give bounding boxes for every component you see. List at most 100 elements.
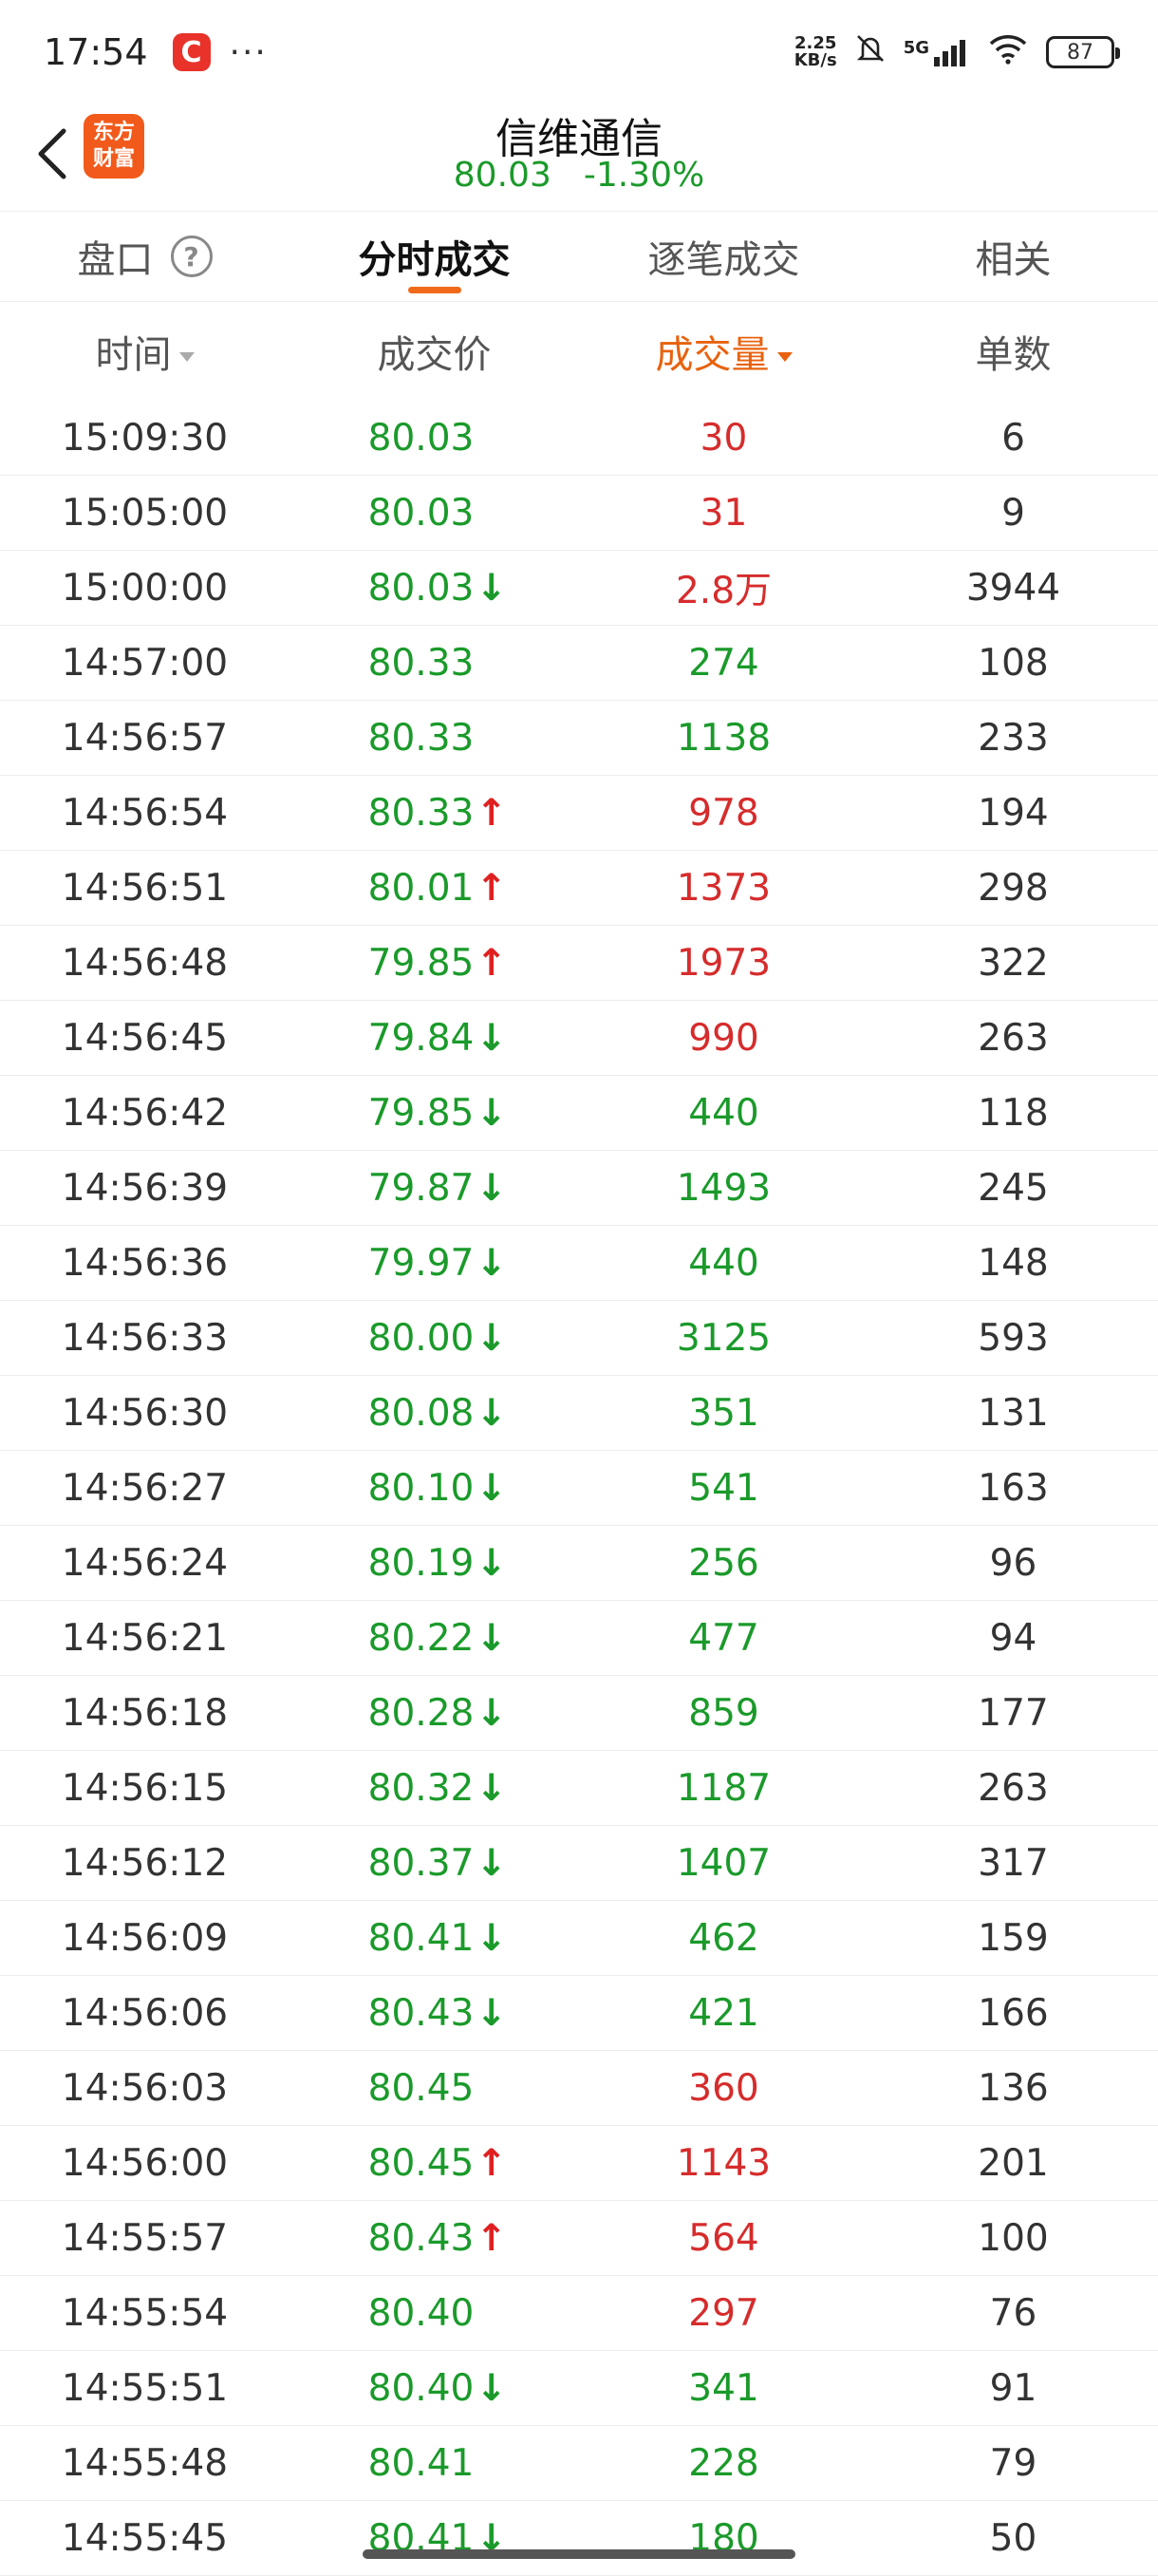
trade-list[interactable]: 15:09:3080.03↓30615:05:0080.03↓31915:00:…: [0, 401, 1158, 2576]
arrow-down-icon: ↓: [476, 1316, 508, 1360]
column-label: 成交量: [655, 333, 770, 377]
table-row: 14:56:54 80.33↑ 978 194: [0, 776, 1158, 851]
trade-price-cell: 80.45↑: [290, 2142, 579, 2185]
trade-price-cell: 80.33↑: [290, 792, 579, 835]
tab-minute-trades[interactable]: 分时成交: [290, 212, 579, 301]
trade-volume: 421: [688, 1991, 759, 2035]
trade-count: 166: [978, 1991, 1049, 2035]
trade-price: 80.33: [367, 716, 475, 760]
trade-volume: 274: [688, 641, 759, 685]
network-speed-unit: KB/s: [794, 50, 837, 70]
trade-volume: 2.8万: [675, 570, 773, 612]
column-label: 成交价: [377, 333, 492, 377]
arrow-down-icon: ↓: [476, 1691, 508, 1735]
trade-time: 14:56:36: [61, 1241, 229, 1285]
trade-price: 79.87: [367, 1166, 475, 1210]
arrow-up-icon: ↑: [476, 2141, 508, 2185]
stock-change-pct: -1.30%: [583, 156, 705, 195]
trade-price-cell: 80.28↓: [290, 1692, 579, 1735]
stock-price: 80.03: [453, 156, 551, 195]
cellular-signal-icon: 5G: [904, 38, 970, 66]
trade-time: 15:09:30: [61, 416, 229, 460]
home-indicator[interactable]: [363, 2549, 795, 2559]
trade-price: 80.08: [367, 1391, 475, 1435]
trade-time: 14:56:27: [61, 1466, 229, 1510]
status-bar: 17:54 C ··· 2.25 KB/s 5G 87: [0, 0, 1158, 104]
trade-price-cell: 80.10↓: [290, 1467, 579, 1510]
trade-volume: 1143: [676, 2141, 772, 2185]
column-label: 时间: [95, 333, 172, 377]
trade-volume: 3125: [676, 1316, 772, 1360]
trade-time: 14:56:48: [61, 941, 229, 985]
arrow-up-icon: ↑: [476, 791, 508, 835]
trade-price-cell: 80.22↓: [290, 1617, 579, 1660]
trade-count: 233: [978, 716, 1049, 760]
trade-volume: 541: [688, 1466, 759, 1510]
mute-bell-icon: [854, 32, 887, 73]
trade-time: 14:56:06: [61, 1991, 229, 2035]
table-row: 14:56:30 80.08↓ 351 131: [0, 1376, 1158, 1451]
column-header-price: 成交价: [290, 324, 579, 379]
trade-price: 80.37: [367, 1841, 475, 1885]
column-header-time[interactable]: 时间: [0, 324, 290, 379]
arrow-down-icon: ↓: [476, 2366, 508, 2410]
help-icon[interactable]: ?: [170, 235, 213, 277]
trade-count: 148: [978, 1241, 1049, 1285]
trade-count: 194: [978, 791, 1049, 835]
arrow-up-icon: ↑: [476, 941, 508, 985]
trade-price: 80.03: [367, 491, 475, 535]
trade-count: 118: [978, 1091, 1049, 1135]
trade-time: 14:56:09: [61, 1916, 229, 1960]
table-row: 14:56:21 80.22↓ 477 94: [0, 1601, 1158, 1676]
trade-time: 14:55:48: [61, 2441, 229, 2485]
trade-count: 100: [978, 2216, 1049, 2260]
trade-count: 3944: [965, 566, 1061, 610]
arrow-down-icon: ↓: [476, 1091, 508, 1135]
trade-price-cell: 80.40↓: [290, 2367, 579, 2410]
arrow-down-icon: ↓: [476, 1541, 508, 1585]
table-row: 14:56:51 80.01↑ 1373 298: [0, 851, 1158, 926]
trade-count: 263: [978, 1016, 1049, 1060]
trade-time: 14:55:54: [61, 2291, 229, 2335]
table-row: 14:56:00 80.45↑ 1143 201: [0, 2126, 1158, 2201]
trade-volume: 1138: [676, 716, 772, 760]
table-row: 15:09:30 80.03↓ 30 6: [0, 401, 1158, 476]
trade-volume: 462: [688, 1916, 759, 1960]
trade-price-cell: 80.03↓: [290, 567, 579, 610]
trade-price-cell: 80.43↑: [290, 2217, 579, 2260]
trade-price-cell: 80.37↓: [290, 1842, 579, 1885]
trade-price: 80.41: [367, 1916, 475, 1960]
arrow-down-icon: ↓: [476, 1241, 508, 1285]
trade-time: 14:56:30: [61, 1391, 229, 1435]
trade-price-cell: 80.08↓: [290, 1392, 579, 1435]
trade-price: 80.03: [367, 566, 475, 610]
table-row: 14:56:15 80.32↓ 1187 263: [0, 1751, 1158, 1826]
trade-volume: 1187: [676, 1766, 772, 1810]
arrow-up-icon: ↑: [476, 2216, 508, 2260]
trade-count: 96: [989, 1541, 1037, 1585]
trade-volume: 360: [688, 2066, 759, 2110]
arrow-down-icon: ↓: [476, 1916, 508, 1960]
tab-label: 相关: [975, 238, 1052, 282]
trade-time: 14:55:57: [61, 2216, 229, 2260]
trade-price: 80.22: [367, 1616, 475, 1660]
trade-volume: 564: [688, 2216, 759, 2260]
column-header-volume[interactable]: 成交量: [579, 324, 868, 379]
tab-related[interactable]: 相关: [868, 212, 1158, 301]
tab-orderbook[interactable]: 盘口 ?: [0, 212, 290, 301]
trade-time: 15:05:00: [61, 491, 229, 535]
trade-time: 14:56:42: [61, 1091, 229, 1135]
trade-volume: 440: [688, 1241, 759, 1285]
arrow-down-icon: ↓: [476, 1391, 508, 1435]
tab-label: 逐笔成交: [647, 238, 800, 282]
trade-time: 14:56:54: [61, 791, 229, 835]
trade-volume: 477: [688, 1616, 759, 1660]
trade-volume: 297: [688, 2291, 759, 2335]
trade-time: 14:56:15: [61, 1766, 229, 1810]
table-row: 15:05:00 80.03↓ 31 9: [0, 476, 1158, 551]
trade-price: 80.40: [367, 2291, 475, 2335]
arrow-down-icon: ↓: [476, 566, 508, 610]
tab-tick-trades[interactable]: 逐笔成交: [579, 212, 868, 301]
arrow-down-icon: ↓: [476, 1616, 508, 1660]
trade-time: 14:56:00: [61, 2141, 229, 2185]
